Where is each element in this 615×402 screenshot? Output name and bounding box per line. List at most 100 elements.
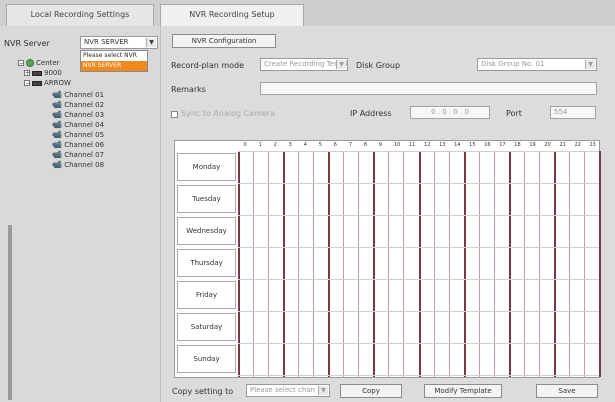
hour-label: 5 (318, 142, 322, 148)
nvr-server-dropdown[interactable]: Please select NVR NVR SERVER (80, 50, 148, 72)
grid-hline (238, 215, 599, 216)
modify-template-button[interactable]: Modify Template (424, 384, 502, 398)
day-saturday: Saturday (177, 313, 236, 341)
tab-local-recording-settings[interactable]: Local Recording Settings (6, 4, 154, 26)
hour-label: 18 (514, 142, 521, 148)
channel-label: Channel 06 (64, 141, 105, 149)
hour-label: 20 (544, 142, 551, 148)
grid-hline (238, 343, 599, 344)
hour-label: 13 (439, 142, 446, 148)
port-input[interactable]: 554 (550, 106, 596, 119)
schedule-grid[interactable]: 0 1 2 3 4 5 6 7 8 9 10 11 12 13 14 15 16 17 18 19 20 21 22 23 M… (174, 140, 601, 378)
save-button[interactable]: Save (536, 384, 598, 398)
tree-channel[interactable]: 📹 Channel 02 (52, 100, 104, 110)
tree-channel[interactable]: 📹 Channel 05 (52, 130, 104, 140)
channel-label: Channel 07 (64, 151, 105, 159)
hour-label: 4 (303, 142, 307, 148)
channel-label: Channel 03 (64, 111, 105, 119)
tree-node-label: ARROW (44, 79, 71, 87)
camera-icon: 📹 (52, 120, 62, 129)
hour-label: 21 (559, 142, 566, 148)
channel-label: Channel 08 (64, 161, 105, 169)
grid-hline (238, 311, 599, 312)
day-wednesday: Wednesday (177, 217, 236, 245)
tree-root-label: Center (36, 59, 60, 67)
camera-icon: 📹 (52, 150, 62, 159)
dropdown-option[interactable]: Please select NVR (81, 51, 147, 61)
nvr-device-icon (32, 70, 42, 76)
camera-icon: 📹 (52, 110, 62, 119)
channel-label: Channel 05 (64, 131, 105, 139)
disk-group-select-value: Disk Group No. 01 (481, 60, 545, 68)
copy-button[interactable]: Copy (340, 384, 402, 398)
tree-node[interactable]: − ARROW (24, 78, 71, 88)
tree-node-label: 9000 (44, 69, 62, 77)
disk-group-select[interactable]: Disk Group No. 01 ▼ (477, 58, 597, 71)
tree-channel[interactable]: 📹 Channel 08 (52, 160, 104, 170)
camera-icon: 📹 (52, 130, 62, 139)
record-plan-label: Record-plan mode (171, 61, 245, 70)
hour-label: 1 (258, 142, 262, 148)
sync-checkbox[interactable] (171, 111, 178, 118)
sync-label: Sync to Analog Camera (181, 109, 275, 118)
globe-icon (26, 59, 34, 67)
hour-label: 12 (424, 142, 431, 148)
hour-label: 7 (348, 142, 352, 148)
copy-channel-select[interactable]: Please select chan ▼ (246, 384, 330, 397)
hour-label: 16 (484, 142, 491, 148)
channel-label: Channel 02 (64, 101, 105, 109)
nvr-server-select[interactable]: NVR SERVER ▼ (80, 36, 158, 49)
hour-label: 17 (499, 142, 506, 148)
grid-hline (238, 279, 599, 280)
day-column: Monday Tuesday Wednesday Thursday Friday… (175, 141, 238, 377)
chevron-down-icon: ▼ (585, 60, 595, 69)
remarks-label: Remarks (171, 85, 206, 94)
grid-hline (238, 183, 599, 184)
tree-channel[interactable]: 📹 Channel 06 (52, 140, 104, 150)
camera-icon: 📹 (52, 140, 62, 149)
tab-nvr-recording-setup[interactable]: NVR Recording Setup (160, 4, 304, 26)
tree-channel[interactable]: 📹 Channel 01 (52, 90, 104, 100)
expand-icon[interactable]: + (24, 70, 30, 77)
disk-group-label: Disk Group (356, 61, 401, 70)
hour-label: 3 (288, 142, 292, 148)
grid-hline (238, 151, 599, 152)
grid-hline (238, 375, 599, 376)
collapse-icon[interactable]: − (18, 60, 24, 67)
tree-channel[interactable]: 📹 Channel 07 (52, 150, 104, 160)
channel-label: Channel 01 (64, 91, 105, 99)
channel-label: Channel 04 (64, 121, 105, 129)
copy-channel-select-value: Please select chan (250, 386, 315, 394)
day-monday: Monday (177, 153, 236, 181)
camera-icon: 📹 (52, 100, 62, 109)
nvr-server-select-value: NVR SERVER (84, 38, 129, 46)
dropdown-option-selected[interactable]: NVR SERVER (81, 61, 147, 71)
tree-node[interactable]: +9000 (24, 68, 62, 78)
chevron-down-icon: ▼ (146, 38, 156, 47)
chevron-down-icon: ▼ (336, 60, 346, 69)
copy-setting-label: Copy setting to (172, 387, 234, 396)
hour-label: 14 (454, 142, 461, 148)
grid-vline (599, 151, 601, 377)
nvr-server-label: NVR Server (4, 39, 50, 48)
hour-label: 19 (529, 142, 536, 148)
hour-label: 23 (589, 142, 596, 148)
remarks-input[interactable] (260, 82, 597, 95)
day-sunday: Sunday (177, 345, 236, 373)
camera-icon: 📹 (52, 90, 62, 99)
nvr-configuration-button[interactable]: NVR Configuration (172, 34, 276, 48)
chevron-down-icon: ▼ (318, 386, 328, 395)
ip-address-input[interactable]: 0 . 0 . 0 . 0 (410, 106, 490, 119)
hour-label: 8 (363, 142, 368, 148)
hour-label: 15 (469, 142, 476, 148)
tree-root[interactable]: − Center (18, 58, 60, 68)
tree-channel[interactable]: 📹 Channel 03 (52, 110, 104, 120)
record-plan-select[interactable]: Create Recording Template ▼ (260, 58, 348, 71)
hour-label: 10 (393, 142, 401, 148)
collapse-icon[interactable]: − (24, 80, 30, 87)
hour-label: 22 (574, 142, 581, 148)
hour-label: 9 (378, 142, 383, 148)
hour-label: 0 (243, 142, 247, 148)
tree-scrollbar[interactable] (8, 225, 12, 400)
tree-channel[interactable]: 📹 Channel 04 (52, 120, 104, 130)
